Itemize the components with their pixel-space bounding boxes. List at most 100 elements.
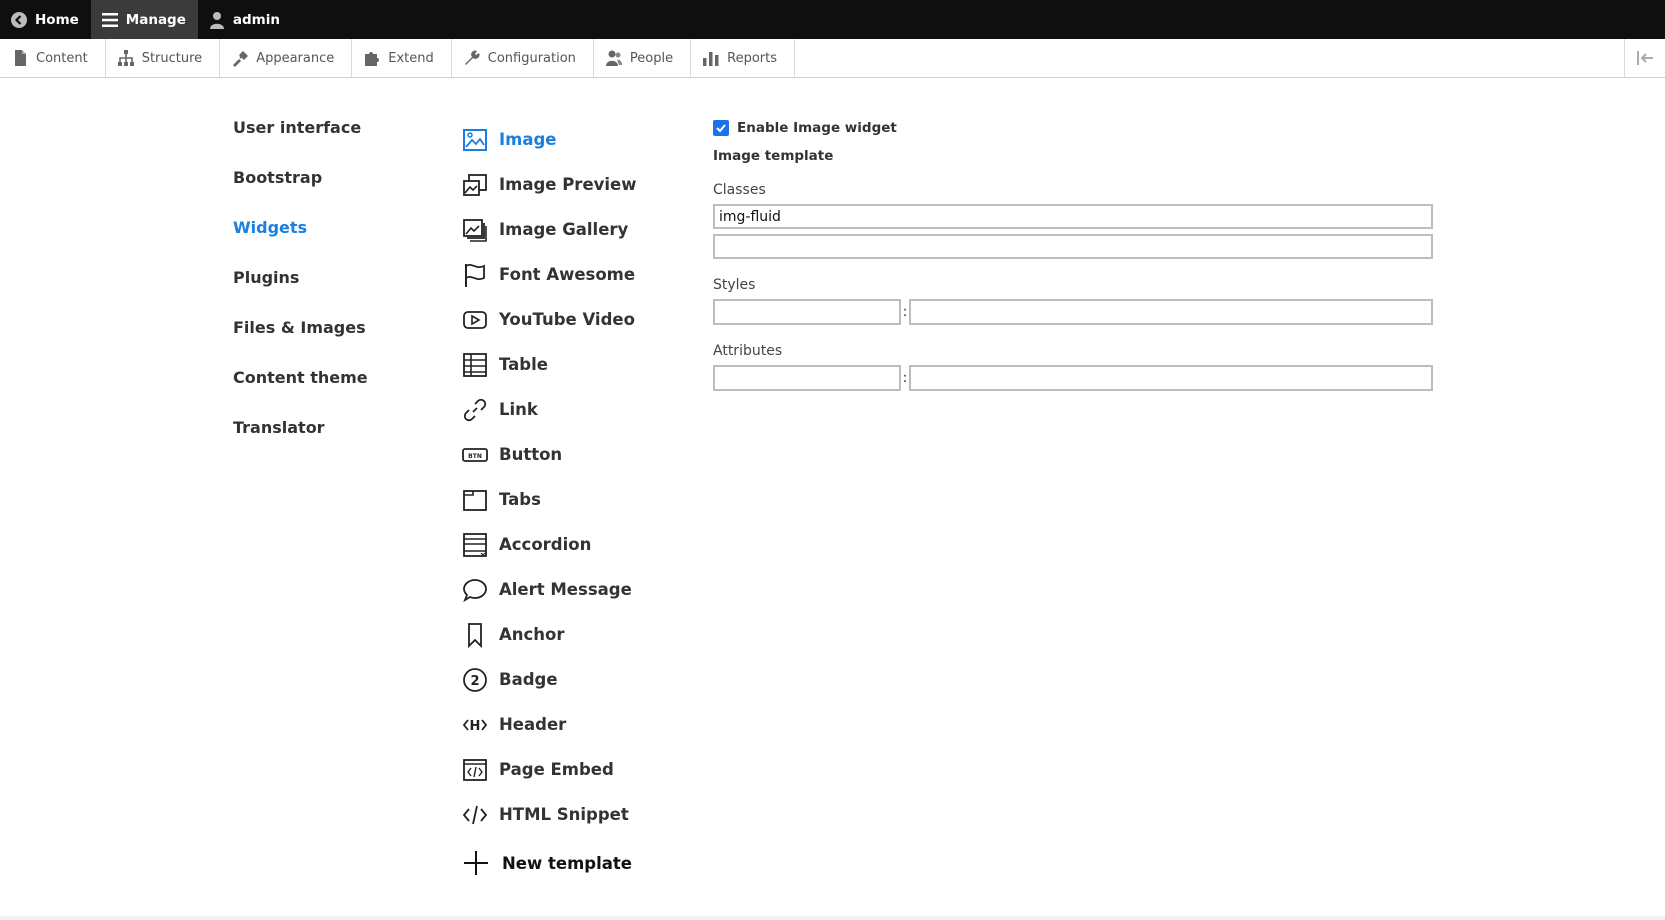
widget-page-embed[interactable]: Page Embed — [462, 747, 636, 792]
link-icon — [463, 398, 487, 421]
tray-item-label: Extend — [388, 50, 434, 66]
classes-input-2[interactable] — [713, 234, 1433, 259]
widget-youtube-video[interactable]: YouTube Video — [462, 297, 636, 342]
tray-orientation-toggle[interactable] — [1624, 39, 1665, 77]
play-icon — [463, 310, 487, 329]
attributes-key-input[interactable] — [713, 365, 901, 391]
speech-bubble-icon — [463, 578, 487, 602]
hamburger-icon — [101, 12, 118, 27]
widget-tabs[interactable]: Tabs — [462, 477, 636, 522]
widget-label: Accordion — [499, 535, 592, 554]
toolbar-user[interactable]: admin — [198, 0, 292, 39]
puzzle-icon — [365, 52, 380, 66]
user-icon — [209, 11, 224, 29]
enable-widget-row: Enable Image widget — [713, 120, 1433, 136]
widget-accordion[interactable]: Accordion — [462, 522, 636, 567]
toolbar-manage[interactable]: Manage — [90, 0, 198, 39]
checkmark-icon — [716, 124, 726, 133]
tray-item-content[interactable]: Content — [0, 39, 106, 77]
widget-font-awesome[interactable]: Font Awesome — [462, 252, 636, 297]
button-icon: BTN — [462, 447, 488, 462]
tray-item-configuration[interactable]: Configuration — [452, 39, 594, 77]
admin-toolbar: Home Manage admin — [0, 0, 1665, 39]
plus-icon — [464, 851, 488, 875]
nav-translator[interactable]: Translator — [233, 418, 368, 468]
widget-label: Alert Message — [499, 580, 632, 599]
toolbar-user-label: admin — [232, 11, 280, 28]
widget-label: Image Gallery — [499, 220, 629, 239]
nav-content-theme[interactable]: Content theme — [233, 368, 368, 418]
classes-label: Classes — [713, 182, 766, 198]
toolbar-manage-label: Manage — [125, 11, 186, 28]
image-icon — [463, 128, 487, 151]
tray-item-label: Content — [36, 50, 88, 66]
badge-icon: 2 — [463, 667, 487, 692]
widget-image-preview[interactable]: Image Preview — [462, 162, 636, 207]
widget-label: Image Preview — [499, 175, 637, 194]
widget-button[interactable]: BTN Button — [462, 432, 636, 477]
widget-html-snippet[interactable]: HTML Snippet — [462, 792, 636, 837]
tray-item-label: People — [629, 50, 674, 66]
widget-label: Tabs — [499, 490, 541, 509]
toolbar-home[interactable]: Home — [0, 0, 91, 39]
widget-label: YouTube Video — [499, 310, 635, 329]
widget-header[interactable]: H Header — [462, 702, 636, 747]
attributes-value-input[interactable] — [909, 365, 1433, 391]
nav-bootstrap[interactable]: Bootstrap — [233, 168, 368, 218]
styles-key-input[interactable] — [713, 299, 901, 325]
image-preview-icon — [463, 173, 487, 196]
button-icon-text: BTN — [468, 453, 482, 460]
widget-badge[interactable]: 2 Badge — [462, 657, 636, 702]
nav-plugins[interactable]: Plugins — [233, 268, 368, 318]
widget-label: Font Awesome — [499, 265, 636, 284]
widget-alert-message[interactable]: Alert Message — [462, 567, 636, 612]
toolbar-home-label: Home — [35, 11, 79, 28]
nav-widgets[interactable]: Widgets — [233, 218, 368, 268]
bookmark-icon — [468, 622, 482, 648]
widget-link[interactable]: Link — [462, 387, 636, 432]
widget-image[interactable]: Image — [462, 117, 636, 162]
flag-icon — [465, 263, 485, 287]
tray-item-reports[interactable]: Reports — [691, 39, 795, 77]
people-icon — [605, 50, 622, 66]
enable-widget-label[interactable]: Enable Image widget — [737, 120, 897, 136]
widget-table[interactable]: Table — [462, 342, 636, 387]
styles-label: Styles — [713, 277, 756, 293]
image-gallery-icon — [463, 218, 487, 242]
paintbrush-icon — [233, 51, 249, 67]
widget-image-gallery[interactable]: Image Gallery — [462, 207, 636, 252]
nav-files-images[interactable]: Files & Images — [233, 318, 368, 368]
accordion-icon — [463, 532, 487, 557]
tray-item-extend[interactable]: Extend — [352, 39, 452, 77]
wrench-icon — [464, 50, 480, 65]
badge-icon-text: 2 — [470, 674, 479, 689]
main-content: User interface Bootstrap Widgets Plugins… — [0, 78, 1665, 916]
tray-item-label: Structure — [141, 50, 203, 66]
code-icon — [462, 805, 488, 824]
header-icon: H — [462, 719, 488, 734]
nav-user-interface[interactable]: User interface — [233, 118, 368, 168]
new-template-button[interactable]: New template — [462, 849, 636, 877]
file-icon — [15, 50, 26, 66]
widget-label: Page Embed — [499, 760, 614, 779]
page-embed-icon — [463, 758, 487, 781]
widget-label: Anchor — [499, 625, 565, 644]
header-icon-text: H — [470, 719, 481, 734]
styles-value-input[interactable] — [909, 299, 1433, 325]
tray-item-label: Configuration — [487, 50, 576, 66]
tray-item-structure[interactable]: Structure — [106, 39, 221, 77]
widget-label: Header — [499, 715, 567, 734]
collapse-left-icon — [1637, 51, 1653, 65]
attributes-row: : — [713, 365, 1433, 391]
widget-label: HTML Snippet — [499, 805, 629, 824]
tray-item-label: Appearance — [256, 50, 335, 66]
tray-item-people[interactable]: People — [594, 39, 692, 77]
widget-anchor[interactable]: Anchor — [462, 612, 636, 657]
tray-item-appearance[interactable]: Appearance — [220, 39, 353, 77]
admin-tray: Content Structure Appearance Extend Conf… — [0, 39, 1665, 78]
styles-row: : — [713, 299, 1433, 325]
pair-separator: : — [902, 370, 908, 386]
classes-input-1[interactable] — [713, 204, 1433, 229]
enable-widget-checkbox[interactable] — [713, 120, 729, 136]
widget-label: Image — [499, 130, 557, 149]
